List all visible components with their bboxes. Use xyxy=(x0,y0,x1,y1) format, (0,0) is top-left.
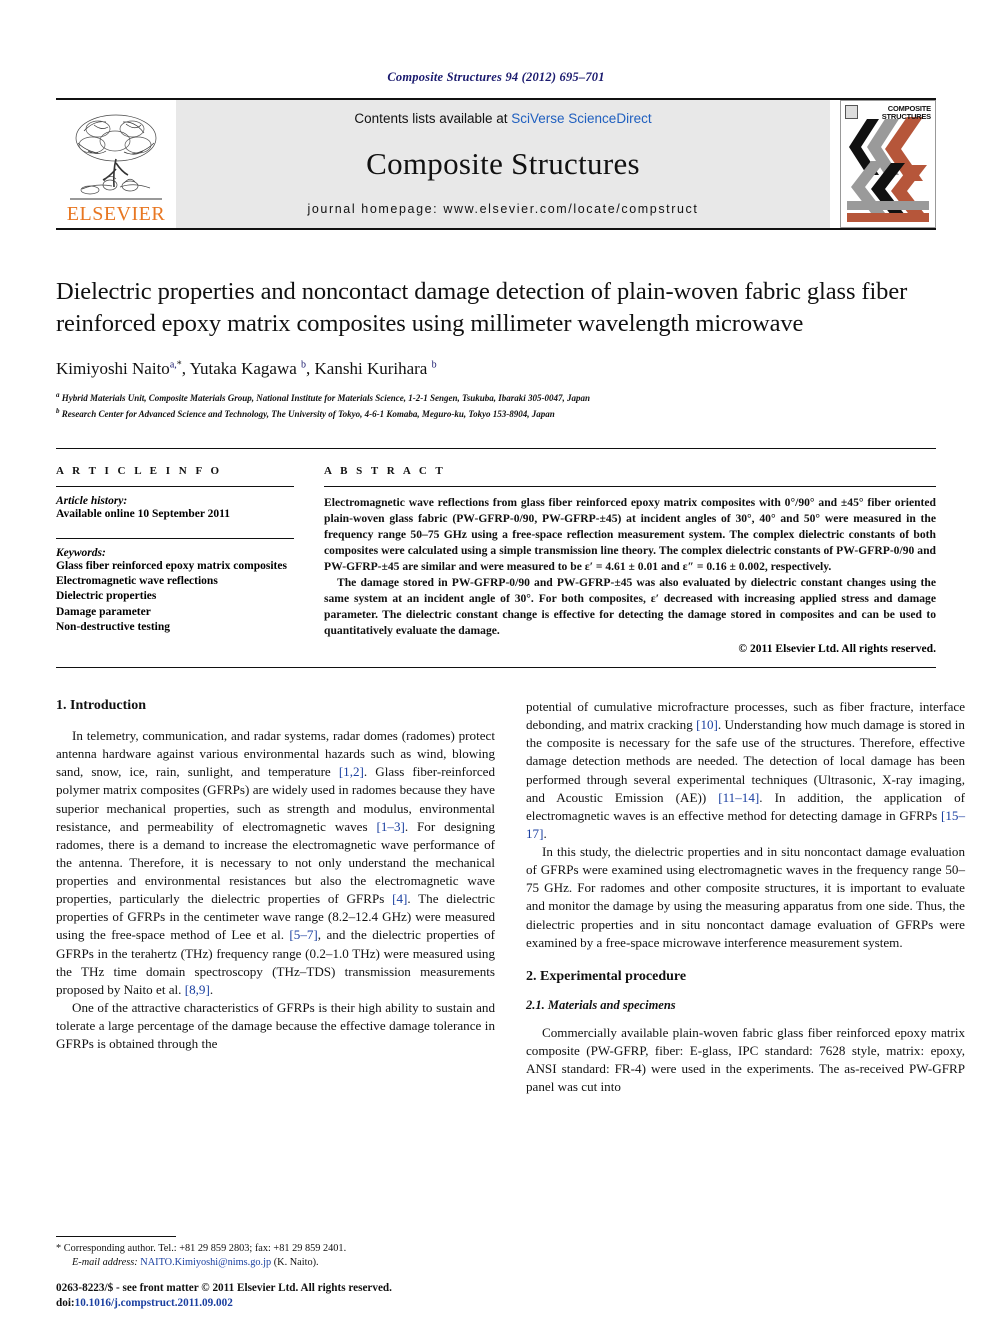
footnote-region: * Corresponding author. Tel.: +81 29 859… xyxy=(56,1235,495,1271)
contents-prefix-text: Contents lists available at xyxy=(354,111,512,126)
doi-line: doi:10.1016/j.compstruct.2011.09.002 xyxy=(56,1296,616,1311)
cover-publisher-badge xyxy=(845,105,858,119)
right-paragraph-1: potential of cumulative microfracture pr… xyxy=(526,699,966,841)
elsevier-logo: ELSEVIER xyxy=(56,100,176,228)
journal-cover-thumbnail[interactable]: COMPOSITE STRUCTURES xyxy=(840,100,936,228)
left-paragraph-1: In telemetry, communication, and radar s… xyxy=(56,728,495,997)
citation-ref[interactable]: [5–7] xyxy=(289,927,317,942)
right-paragraph-3: Commercially available plain-woven fabri… xyxy=(526,1024,965,1095)
info-rule-top xyxy=(56,486,294,488)
journal-homepage-line[interactable]: journal homepage: www.elsevier.com/locat… xyxy=(308,202,699,216)
corresponding-text: Corresponding author. Tel.: +81 29 859 2… xyxy=(63,1242,347,1254)
abstract-heading: A B S T R A C T xyxy=(324,465,446,478)
corresponding-marker: * xyxy=(56,1242,62,1254)
citation-ref[interactable]: [11–14] xyxy=(718,790,759,805)
body-column-right: potential of cumulative microfracture pr… xyxy=(526,698,965,1096)
elsevier-tree-icon xyxy=(70,114,162,200)
article-info-column: A R T I C L E I N F O Article history: A… xyxy=(56,465,294,655)
email-address-link[interactable]: NAITO.Kimiyoshi@nims.go.jp xyxy=(140,1257,271,1268)
footnote-rule xyxy=(56,1235,176,1237)
article-history-label: Article history: xyxy=(56,495,128,508)
abstract-column: A B S T R A C T Electromagnetic wave ref… xyxy=(324,465,936,655)
abstract-bottom-rule xyxy=(56,667,936,669)
email-note: E-mail address: NAITO.Kimiyoshi@nims.go.… xyxy=(56,1256,495,1271)
section-2-title: 2. Experimental procedure xyxy=(526,968,687,984)
keyword-item: Glass fiber reinforced epoxy matrix comp… xyxy=(56,559,287,572)
citation-ref[interactable]: [1–3] xyxy=(376,819,404,834)
affiliation-b: b Research Center for Advanced Science a… xyxy=(56,406,555,419)
keyword-item: Dielectric properties xyxy=(56,590,157,603)
info-abstract-region: A R T I C L E I N F O Article history: A… xyxy=(56,448,936,655)
abstract-rule-top xyxy=(324,486,936,488)
email-label: E-mail address: xyxy=(72,1257,138,1269)
author-list: Kimiyoshi Naitoa,*, Yutaka Kagawa b, Kan… xyxy=(56,359,437,379)
citation-ref[interactable]: [8,9] xyxy=(185,982,210,997)
section-1-title: 1. Introduction xyxy=(56,698,146,714)
right-paragraph-2: In this study, the dielectric properties… xyxy=(526,844,965,950)
abstract-paragraph-2: The damage stored in PW-GFRP-0/90 and PW… xyxy=(324,576,936,638)
abstract-copyright: © 2011 Elsevier Ltd. All rights reserved… xyxy=(738,642,936,656)
doi-prefix: doi: xyxy=(56,1296,75,1309)
issn-copyright-block: 0263-8223/$ - see front matter © 2011 El… xyxy=(56,1281,616,1311)
journal-name: Composite Structures xyxy=(366,146,640,181)
page-title: Dielectric properties and noncontact dam… xyxy=(56,278,908,337)
running-head: Composite Structures 94 (2012) 695–701 xyxy=(387,70,605,84)
keyword-item: Damage parameter xyxy=(56,605,151,618)
paper-page: Composite Structures 94 (2012) 695–701 E… xyxy=(0,0,992,1323)
citation-ref[interactable]: [10] xyxy=(696,717,718,732)
keyword-item: Electromagnetic wave reflections xyxy=(56,575,218,587)
keywords-list: Glass fiber reinforced epoxy matrix comp… xyxy=(56,559,294,636)
body-columns: 1. Introduction In telemetry, communicat… xyxy=(56,698,965,1096)
article-history-value: Available online 10 September 2011 xyxy=(56,508,230,521)
masthead-bottom-rule xyxy=(56,228,936,230)
info-rule-mid xyxy=(56,537,294,539)
elsevier-wordmark: ELSEVIER xyxy=(66,203,166,225)
issn-line: 0263-8223/$ - see front matter © 2011 El… xyxy=(56,1281,392,1294)
affiliation-a: a Hybrid Materials Unit, Composite Mater… xyxy=(56,391,590,404)
affiliation-a-text: Hybrid Materials Unit, Composite Materia… xyxy=(61,393,590,404)
email-owner: (K. Naito). xyxy=(273,1257,319,1269)
keywords-label: Keywords: xyxy=(56,546,106,559)
corresponding-author-note: * Corresponding author. Tel.: +81 29 859… xyxy=(56,1242,495,1257)
cover-title: COMPOSITE STRUCTURES xyxy=(881,104,931,122)
cover-title-line-2: STRUCTURES xyxy=(881,112,931,122)
sciencedirect-link[interactable]: SciVerse ScienceDirect xyxy=(511,111,651,126)
affiliation-list: a Hybrid Materials Unit, Composite Mater… xyxy=(56,390,936,421)
contents-available-line: Contents lists available at SciVerse Sci… xyxy=(354,111,651,126)
citation-ref[interactable]: [4] xyxy=(392,891,407,906)
journal-band: Contents lists available at SciVerse Sci… xyxy=(176,100,830,228)
abstract-body: Electromagnetic wave reflections from gl… xyxy=(324,495,936,639)
body-column-left: 1. Introduction In telemetry, communicat… xyxy=(56,698,495,1096)
doi-link[interactable]: 10.1016/j.compstruct.2011.09.002 xyxy=(75,1297,233,1309)
affiliation-b-text: Research Center for Advanced Science and… xyxy=(61,408,555,419)
subsection-2-1-title: 2.1. Materials and specimens xyxy=(526,997,676,1012)
title-block: Dielectric properties and noncontact dam… xyxy=(56,276,936,421)
journal-masthead: ELSEVIER Contents lists available at Sci… xyxy=(56,98,936,228)
keyword-item: Non-destructive testing xyxy=(56,621,171,634)
citation-ref[interactable]: [15–17] xyxy=(526,808,965,841)
citation-ref[interactable]: [1,2] xyxy=(339,764,364,779)
left-paragraph-2: One of the attractive characteristics of… xyxy=(56,999,495,1052)
article-info-heading: A R T I C L E I N F O xyxy=(56,465,223,478)
abstract-paragraph-1: Electromagnetic wave reflections from gl… xyxy=(324,496,936,574)
